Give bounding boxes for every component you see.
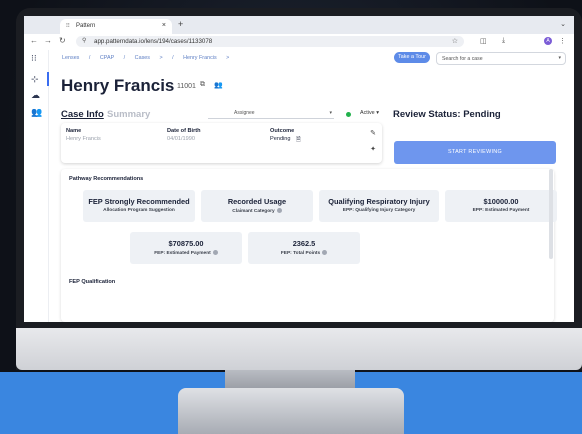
dob-value: 04/01/1990	[167, 136, 195, 142]
info-icon[interactable]	[212, 250, 218, 255]
name-value: Henry Francis	[66, 136, 101, 142]
outcome-value: Pending	[270, 136, 291, 142]
people-icon[interactable]: 👥	[214, 81, 223, 89]
card-value: Recorded Usage	[227, 197, 287, 206]
reload-icon[interactable]: ↻	[59, 36, 66, 45]
case-search-select[interactable]: Search for a case ▾	[436, 52, 566, 65]
start-reviewing-button[interactable]: START REVIEWING	[394, 141, 556, 164]
breadcrumb-separator: /	[172, 55, 174, 61]
card-value: $10000.00	[483, 197, 519, 206]
breadcrumb-cases[interactable]: Cases	[135, 55, 150, 61]
url-text: app.patterndata.io/lens/194/cases/113307…	[94, 38, 213, 45]
breadcrumb: Lenses / CPAP / Cases > / Henry Francis …	[62, 55, 237, 61]
assignee-label: Assignee	[234, 110, 255, 116]
screen: ⁝⁝ Pattern × + ⌄ ← → ↻ ⚲ app.patterndata…	[24, 16, 574, 322]
search-placeholder: Search for a case	[442, 55, 483, 62]
recommendation-card: 2362.5 FEP: Total Points	[248, 232, 360, 264]
browser-address-bar: ← → ↻ ⚲ app.patterndata.io/lens/194/case…	[24, 34, 574, 51]
case-info-card: Name Henry Francis Date of Birth 04/01/1…	[61, 123, 382, 163]
pathway-title: Pathway Recommendations	[69, 176, 144, 182]
new-tab-button[interactable]: +	[178, 19, 183, 29]
recommendation-card: Recorded Usage Claimant Category	[201, 190, 313, 222]
card-label: EPP: Qualifying Injury Category	[342, 208, 416, 213]
name-label: Name	[66, 128, 82, 134]
chevron-down-icon: ▾	[558, 55, 561, 61]
back-arrow-icon[interactable]: ←	[30, 36, 38, 45]
breadcrumb-lenses[interactable]: Lenses	[62, 55, 79, 61]
card-label: FEP: Estimated Payment	[130, 250, 242, 256]
download-icon[interactable]: ⤓	[502, 37, 505, 45]
tab-title: Pattern	[76, 23, 96, 29]
dob-label: Date of Birth	[167, 128, 201, 134]
tab-close-icon[interactable]: ×	[162, 22, 166, 29]
forward-arrow-icon[interactable]: →	[44, 36, 52, 45]
review-status-title: Review Status: Pending	[393, 109, 501, 120]
extensions-icon[interactable]: ◫	[480, 37, 487, 45]
recommendation-card: FEP Strongly Recommended Allocation Prog…	[83, 190, 195, 222]
site-info-icon[interactable]: ⚲	[82, 37, 86, 44]
browser-tab-bar: ⁝⁝ Pattern × + ⌄	[24, 16, 574, 34]
card-label: FEP: Total Points	[248, 250, 360, 256]
breadcrumb-separator: /	[88, 55, 91, 61]
scrollbar-track[interactable]	[549, 169, 553, 259]
copy-icon[interactable]: ⧉	[200, 81, 205, 89]
fep-qualification-heading: FEP Qualification	[69, 279, 116, 285]
recommendation-card: Qualifying Respiratory Injury EPP: Quali…	[319, 190, 439, 222]
card-value: Qualifying Respiratory Injury	[328, 197, 430, 206]
status-indicator	[346, 112, 351, 117]
card-value: $70875.00	[168, 239, 204, 248]
sparkle-icon[interactable]: ✦	[370, 145, 376, 153]
tab-summary[interactable]: Summary	[107, 109, 150, 120]
card-label: EPP: Estimated Payment	[472, 208, 530, 213]
chevron-down-icon: ▾	[329, 110, 332, 116]
take-a-tour-button[interactable]: Take a Tour	[394, 52, 430, 63]
browser-menu-icon[interactable]: ⋮	[559, 37, 566, 45]
breadcrumb-chevron-icon: >	[226, 55, 230, 61]
pathway-recommendations-panel: Pathway Recommendations FEP Strongly Rec…	[61, 169, 557, 322]
lens-nav-icon[interactable]: ⊹	[31, 74, 39, 85]
breadcrumb-separator: /	[123, 55, 126, 61]
tab-case-info[interactable]: Case Info	[61, 109, 104, 120]
document-icon[interactable]: 🗎	[296, 135, 301, 145]
card-label: Claimant Category	[201, 208, 313, 214]
status-select[interactable]: Active ▾	[360, 110, 379, 116]
card-value: 2362.5	[292, 239, 316, 248]
breadcrumb-chevron-icon: >	[159, 55, 163, 61]
people-icon[interactable]: 👥	[31, 107, 42, 118]
patient-id: 11001	[177, 83, 196, 90]
info-icon[interactable]	[276, 208, 282, 213]
bookmark-star-icon[interactable]: ☆	[452, 37, 458, 45]
info-icon[interactable]	[322, 250, 328, 255]
breadcrumb-cpap[interactable]: CPAP	[100, 55, 114, 61]
chevron-down-icon: ▾	[376, 110, 379, 116]
page-title: Henry Francis	[61, 76, 175, 95]
recommendation-card: $10000.00 EPP: Estimated Payment	[445, 190, 557, 222]
pattern-logo-icon[interactable]: ⁝⁝	[31, 53, 37, 64]
edit-pencil-icon[interactable]: ✎	[370, 129, 376, 137]
browser-tab[interactable]: ⁝⁝ Pattern ×	[60, 19, 172, 34]
card-label: Allocation Program Suggestion	[103, 208, 175, 213]
cloud-upload-icon[interactable]: ☁	[31, 90, 40, 101]
left-sidebar: ⁝⁝ ⊹ ☁ 👥	[24, 50, 49, 322]
breadcrumb-henry-francis[interactable]: Henry Francis	[183, 55, 217, 61]
recommendation-card: $70875.00 FEP: Estimated Payment	[130, 232, 242, 264]
monitor-chin	[16, 328, 582, 370]
card-value: FEP Strongly Recommended	[88, 197, 190, 206]
tab-list-chevron-icon[interactable]: ⌄	[560, 20, 566, 28]
status-value: Active	[360, 110, 375, 116]
assignee-select[interactable]: Assignee ▾	[208, 110, 334, 119]
pattern-favicon-icon: ⁝⁝	[66, 23, 70, 29]
outcome-label: Outcome	[270, 128, 295, 134]
app-window: ⁝⁝ ⊹ ☁ 👥 Lenses / CPAP / Cases > / Henry…	[24, 50, 574, 322]
monitor-stand-base	[178, 388, 404, 434]
url-field[interactable]: ⚲ app.patterndata.io/lens/194/cases/1133…	[76, 36, 464, 47]
sidebar-active-indicator	[47, 72, 49, 86]
profile-avatar[interactable]: A	[544, 37, 552, 45]
